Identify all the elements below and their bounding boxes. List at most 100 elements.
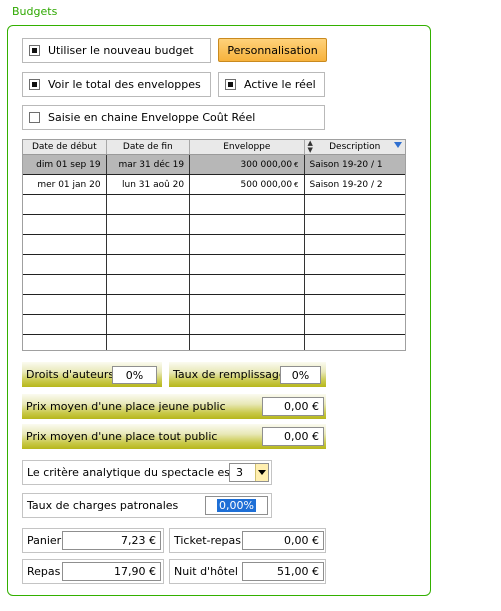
empty-cell xyxy=(23,335,107,350)
personnalisation-button[interactable]: Personnalisation xyxy=(218,38,327,62)
employer-charges-input[interactable]: 0,00% xyxy=(205,496,268,515)
empty-cell xyxy=(305,195,405,214)
chain-entry-checkbox[interactable] xyxy=(29,112,40,123)
empty-cell xyxy=(305,315,405,334)
empty-cell xyxy=(107,215,191,234)
show-total-label: Voir le total des enveloppes xyxy=(48,78,201,91)
column-header-description-label: Description xyxy=(329,142,381,152)
empty-cell xyxy=(23,235,107,254)
empty-cell xyxy=(305,255,405,274)
nuit-hotel-label: Nuit d'hôtel xyxy=(174,565,238,578)
cell-envelope: 500 000,00 € xyxy=(190,175,305,194)
column-header-start-date[interactable]: Date de début xyxy=(23,140,107,154)
table-row-empty[interactable] xyxy=(23,295,405,315)
use-new-budget-label: Utiliser le nouveau budget xyxy=(48,44,194,57)
empty-cell xyxy=(190,295,305,314)
chain-entry-option[interactable]: Saisie en chaine Enveloppe Coût Réel xyxy=(22,105,325,130)
panier-input[interactable]: 7,23 € xyxy=(62,531,161,550)
avg-price-all-input[interactable]: 0,00 € xyxy=(262,427,324,446)
analytic-criterion-label: Le critère analytique du spectacle est l… xyxy=(27,466,248,479)
group-title: Budgets xyxy=(12,5,58,18)
use-new-budget-option[interactable]: Utiliser le nouveau budget xyxy=(22,38,211,63)
table-row[interactable]: mer 01 jan 20 lun 31 aoû 20 500 000,00 € … xyxy=(23,175,405,195)
empty-cell xyxy=(107,335,191,350)
empty-cell xyxy=(107,255,191,274)
cell-description: Saison 19-20 / 2 xyxy=(309,179,383,190)
empty-cell xyxy=(23,315,107,334)
table-row-empty[interactable] xyxy=(23,235,405,255)
column-header-envelope[interactable]: Enveloppe xyxy=(190,140,305,154)
empty-cell xyxy=(23,295,107,314)
cell-end-date: mar 31 déc 19 xyxy=(107,155,191,174)
empty-cell xyxy=(190,215,305,234)
analytic-criterion-value: 3 xyxy=(236,466,243,479)
cell-description: Saison 19-20 / 1 xyxy=(309,159,383,170)
table-row-empty[interactable] xyxy=(23,195,405,215)
employer-charges-value: 0,00% xyxy=(217,499,256,512)
table-row-empty[interactable] xyxy=(23,275,405,295)
table-row-empty[interactable] xyxy=(23,335,405,350)
empty-cell xyxy=(305,295,405,314)
table-row[interactable]: dim 01 sep 19 mar 31 déc 19 300 000,00 € … xyxy=(23,155,405,175)
empty-cell xyxy=(107,295,191,314)
envelope-amount: 300 000,00 xyxy=(240,159,293,170)
currency-symbol: € xyxy=(294,160,299,169)
empty-cell xyxy=(23,215,107,234)
nuit-hotel-input[interactable]: 51,00 € xyxy=(242,562,324,581)
active-real-option[interactable]: Active le réel xyxy=(218,72,325,97)
empty-cell xyxy=(190,195,305,214)
show-total-checkbox[interactable] xyxy=(29,79,40,90)
table-row-empty[interactable] xyxy=(23,315,405,335)
empty-cell xyxy=(107,235,191,254)
column-header-end-date[interactable]: Date de fin xyxy=(107,140,191,154)
empty-cell xyxy=(190,275,305,294)
empty-cell xyxy=(190,335,305,350)
repas-label: Repas xyxy=(27,565,61,578)
chain-entry-label: Saisie en chaine Enveloppe Coût Réel xyxy=(48,111,256,124)
empty-cell xyxy=(305,275,405,294)
empty-cell xyxy=(305,335,405,350)
empty-cell xyxy=(107,315,191,334)
empty-cell xyxy=(23,195,107,214)
empty-cell xyxy=(107,275,191,294)
envelope-amount: 500 000,00 xyxy=(240,179,293,190)
table-row-empty[interactable] xyxy=(23,255,405,275)
chevron-down-icon[interactable] xyxy=(255,464,268,481)
use-new-budget-checkbox[interactable] xyxy=(29,45,40,56)
empty-cell xyxy=(190,315,305,334)
table-row-empty[interactable] xyxy=(23,215,405,235)
repas-input[interactable]: 17,90 € xyxy=(62,562,161,581)
fill-rate-input[interactable]: 0% xyxy=(280,366,321,384)
empty-cell xyxy=(305,215,405,234)
author-rights-input[interactable]: 0% xyxy=(112,366,157,384)
sort-arrows-icon[interactable]: ▲ ▼ xyxy=(308,140,313,154)
active-real-checkbox[interactable] xyxy=(225,79,236,90)
avg-price-all-label: Prix moyen d'une place tout public xyxy=(26,430,218,443)
avg-price-young-input[interactable]: 0,00 € xyxy=(262,397,324,416)
author-rights-label: Droits d'auteurs xyxy=(26,368,115,381)
column-header-description[interactable]: ▲ ▼ Description xyxy=(305,140,405,154)
empty-cell xyxy=(107,195,191,214)
empty-cell xyxy=(190,255,305,274)
cell-end-date: lun 31 aoû 20 xyxy=(107,175,191,194)
active-real-label: Active le réel xyxy=(244,78,316,91)
budget-table[interactable]: Date de début Date de fin Enveloppe ▲ ▼ D… xyxy=(22,139,406,351)
ticket-repas-input[interactable]: 0,00 € xyxy=(242,531,324,550)
cell-start-date: dim 01 sep 19 xyxy=(23,155,107,174)
empty-cell xyxy=(190,235,305,254)
show-total-option[interactable]: Voir le total des enveloppes xyxy=(22,72,211,97)
filter-icon[interactable] xyxy=(394,142,402,148)
avg-price-young-label: Prix moyen d'une place jeune public xyxy=(26,400,226,413)
panier-label: Panier xyxy=(27,534,62,547)
empty-cell xyxy=(23,255,107,274)
cell-start-date: mer 01 jan 20 xyxy=(23,175,107,194)
ticket-repas-label: Ticket-repas xyxy=(174,534,242,547)
analytic-criterion-select[interactable]: 3 xyxy=(229,463,269,482)
currency-symbol: € xyxy=(294,180,299,189)
fill-rate-label: Taux de remplissage xyxy=(173,368,286,381)
cell-envelope: 300 000,00 € xyxy=(190,155,305,174)
employer-charges-label: Taux de charges patronales xyxy=(27,499,179,512)
empty-cell xyxy=(23,275,107,294)
table-header: Date de début Date de fin Enveloppe ▲ ▼ D… xyxy=(23,140,405,155)
empty-cell xyxy=(305,235,405,254)
